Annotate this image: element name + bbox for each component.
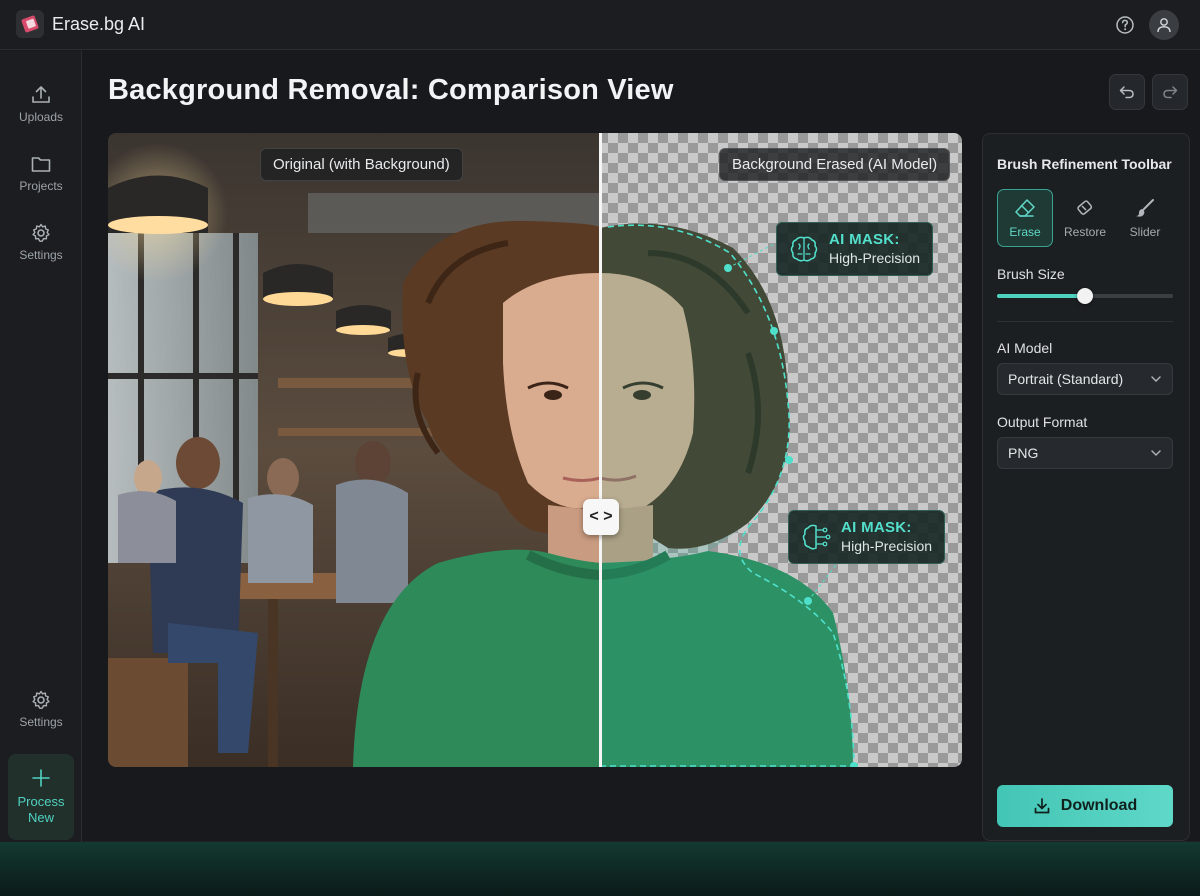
sidebar-item-projects[interactable]: Projects (0, 142, 82, 204)
erased-label: Background Erased (AI Model) (719, 148, 951, 181)
ai-model-value: Portrait (Standard) (1008, 371, 1124, 387)
help-icon[interactable] (1110, 10, 1140, 40)
tool-label: Restore (1063, 225, 1107, 239)
download-label: Download (1060, 797, 1138, 814)
ai-mask-tag: AI MASK: High-Precision (788, 510, 946, 564)
brush-refinement-panel: Brush Refinement Toolbar Erase Restore S… (982, 133, 1190, 841)
tool-slider-button[interactable]: Slider (1117, 189, 1173, 247)
brush-icon (1136, 199, 1154, 217)
user-avatar-icon[interactable] (1149, 10, 1179, 40)
sidebar: Uploads Projects Settings Settings Proce… (0, 51, 82, 842)
page-title: Background Removal: Comparison View (108, 74, 674, 106)
comparison-divider[interactable] (599, 133, 602, 767)
ai-mask-tag: AI MASK: High-Precision (776, 222, 934, 276)
redo-button[interactable] (1152, 74, 1188, 110)
gear-icon (32, 223, 50, 242)
ai-model-label: AI Model (997, 340, 1053, 356)
process-new-label: Process New (17, 794, 65, 825)
process-new-button[interactable]: Process New (8, 754, 74, 840)
tool-label: Slider (1129, 225, 1161, 239)
app-window: Erase.bg AI Uploads Projects Settings Se… (0, 0, 1200, 842)
upload-icon (32, 86, 50, 103)
sidebar-item-label: Uploads (18, 110, 64, 124)
tool-restore-button[interactable]: Restore (1057, 189, 1113, 247)
app-logo-icon (16, 10, 44, 38)
download-icon (1034, 798, 1050, 814)
ai-mask-title: AI MASK: (829, 231, 900, 248)
brush-size-label: Brush Size (997, 266, 1065, 282)
divider-handle[interactable]: < > (583, 499, 619, 535)
output-format-label: Output Format (997, 414, 1088, 430)
undo-icon (1119, 86, 1134, 99)
download-button[interactable]: Download (997, 785, 1173, 827)
chevron-down-icon (1151, 376, 1161, 383)
tool-erase-button[interactable]: Erase (997, 189, 1053, 247)
background-glow (0, 842, 1200, 896)
panel-divider (997, 321, 1173, 322)
title-bar: Erase.bg AI (0, 0, 1200, 50)
restore-eraser-icon (1077, 200, 1093, 215)
sidebar-item-settings-bottom[interactable]: Settings (0, 678, 82, 740)
output-format-value: PNG (1008, 445, 1039, 461)
ai-mask-subtitle: High-Precision (829, 250, 921, 266)
sidebar-item-label: Projects (19, 179, 63, 193)
tool-label: Erase (1009, 225, 1041, 239)
ai-mask-title: AI MASK: (841, 519, 912, 536)
brush-size-slider[interactable] (997, 288, 1173, 304)
sidebar-item-label: Settings (19, 248, 63, 262)
original-label: Original (with Background) (260, 148, 463, 181)
brush-size-thumb[interactable] (1077, 288, 1093, 304)
gear-icon (32, 690, 50, 709)
original-image (108, 133, 600, 767)
ai-model-select[interactable]: Portrait (Standard) (997, 363, 1173, 395)
app-title: Erase.bg AI (52, 14, 146, 34)
brain-circuit-icon (802, 524, 831, 550)
folder-icon (31, 157, 51, 172)
sidebar-item-label: Settings (19, 715, 63, 729)
output-format-select[interactable]: PNG (997, 437, 1173, 469)
panel-title: Brush Refinement Toolbar (997, 156, 1172, 172)
ai-mask-subtitle: High-Precision (841, 538, 933, 554)
sidebar-item-settings[interactable]: Settings (0, 211, 82, 273)
sidebar-item-uploads[interactable]: Uploads (0, 73, 82, 135)
undo-button[interactable] (1109, 74, 1145, 110)
eraser-icon (1015, 199, 1035, 217)
brain-icon (790, 236, 818, 262)
redo-icon (1163, 86, 1178, 99)
plus-icon (32, 769, 50, 787)
chevron-down-icon (1151, 450, 1161, 457)
brush-size-fill (997, 294, 1085, 298)
